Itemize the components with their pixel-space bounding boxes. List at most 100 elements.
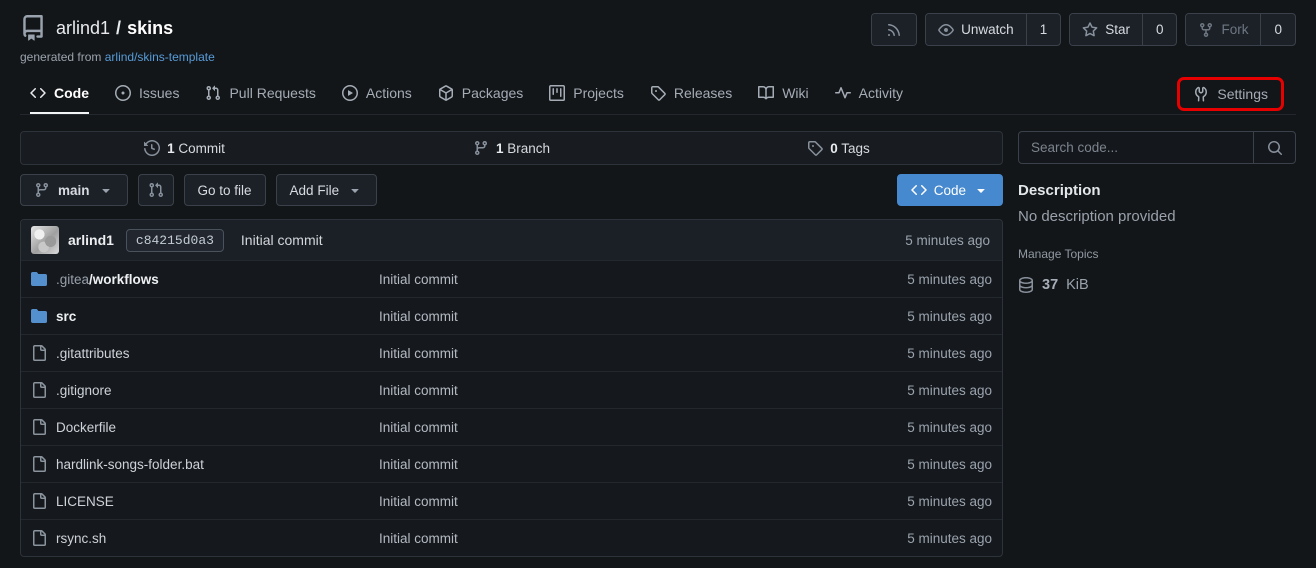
rss-button[interactable] [872, 14, 916, 45]
fork-icon [1198, 22, 1214, 38]
rss-button-group [871, 13, 917, 46]
file-commit-age: 5 minutes ago [832, 531, 992, 546]
folder-icon [31, 271, 47, 287]
file-rows: .gitea/workflows Initial commit 5 minute… [21, 260, 1002, 556]
file-icon [31, 493, 47, 509]
manage-topics-link[interactable]: Manage Topics [1018, 247, 1099, 261]
file-commit-message[interactable]: Initial commit [379, 272, 832, 287]
table-row: .gitignore Initial commit 5 minutes ago [21, 371, 1002, 408]
tab-actions[interactable]: Actions [342, 74, 412, 114]
file-name-link[interactable]: .gitattributes [56, 346, 130, 361]
stars-count[interactable]: 0 [1142, 14, 1177, 45]
branch-icon [34, 182, 50, 198]
file-name-link[interactable]: hardlink-songs-folder.bat [56, 457, 204, 472]
branch-icon [473, 140, 489, 156]
star-button-group: Star 0 [1069, 13, 1177, 46]
repo-name-link[interactable]: skins [127, 18, 173, 39]
file-commit-age: 5 minutes ago [832, 272, 992, 287]
file-commit-message[interactable]: Initial commit [379, 531, 832, 546]
stat-commit[interactable]: 1 Commit [21, 132, 348, 164]
eye-icon [938, 22, 954, 38]
code-icon [911, 182, 927, 198]
file-icon [31, 456, 47, 472]
avatar[interactable] [31, 226, 59, 254]
tab-packages[interactable]: Packages [438, 74, 523, 114]
table-row: hardlink-songs-folder.bat Initial commit… [21, 445, 1002, 482]
repo-size: 37 KiB [1018, 277, 1296, 293]
file-name-link[interactable]: Dockerfile [56, 420, 116, 435]
table-row: .gitattributes Initial commit 5 minutes … [21, 334, 1002, 371]
table-row: LICENSE Initial commit 5 minutes ago [21, 482, 1002, 519]
pull-icon [205, 85, 221, 101]
forks-count[interactable]: 0 [1260, 14, 1295, 45]
issue-icon [115, 85, 131, 101]
table-row: Dockerfile Initial commit 5 minutes ago [21, 408, 1002, 445]
file-commit-message[interactable]: Initial commit [379, 420, 832, 435]
file-name-link[interactable]: .gitea/workflows [56, 272, 159, 287]
template-repo-link[interactable]: arlind/skins-template [105, 50, 215, 64]
tab-issues[interactable]: Issues [115, 74, 179, 114]
tab-releases[interactable]: Releases [650, 74, 732, 114]
file-name-link[interactable]: LICENSE [56, 494, 114, 509]
watchers-count[interactable]: 1 [1026, 14, 1061, 45]
description-heading: Description [1018, 182, 1296, 199]
file-commit-message[interactable]: Initial commit [379, 457, 832, 472]
sidebar: Description No description provided Mana… [1018, 131, 1296, 557]
repo-icon [20, 15, 46, 41]
repo-action-buttons: Unwatch 1 Star 0 Fork 0 [871, 13, 1296, 46]
search-button[interactable] [1253, 132, 1295, 163]
file-table: arlind1 c84215d0a3 Initial commit 5 minu… [20, 219, 1003, 557]
file-icon [31, 382, 47, 398]
file-commit-age: 5 minutes ago [832, 420, 992, 435]
unwatch-button[interactable]: Unwatch [926, 14, 1026, 45]
file-commit-message[interactable]: Initial commit [379, 383, 832, 398]
search-icon [1267, 140, 1283, 156]
project-icon [549, 85, 565, 101]
repo-title-separator: / [116, 18, 121, 39]
tools-icon [1193, 86, 1209, 102]
history-icon [144, 140, 160, 156]
watch-button-group: Unwatch 1 [925, 13, 1061, 46]
commit-hash-badge[interactable]: c84215d0a3 [126, 229, 224, 252]
repo-owner-link[interactable]: arlind1 [56, 18, 110, 39]
chevron-down-icon [973, 182, 989, 198]
tab-activity[interactable]: Activity [835, 74, 903, 114]
code-search-box [1018, 131, 1296, 164]
commit-author-link[interactable]: arlind1 [68, 232, 114, 248]
repo-nav-tabs: Code Issues Pull Requests Actions Packag… [20, 74, 1296, 115]
tab-settings[interactable]: Settings [1177, 77, 1284, 111]
search-input[interactable] [1019, 132, 1253, 163]
star-button[interactable]: Star [1070, 14, 1142, 45]
fork-button[interactable]: Fork [1186, 14, 1260, 45]
add-file-button[interactable]: Add File [276, 174, 378, 206]
stat-tags[interactable]: 0 Tags [675, 132, 1002, 164]
page-title: arlind1 / skins [56, 18, 173, 39]
stat-branch[interactable]: 1 Branch [348, 132, 675, 164]
tab-pull-requests[interactable]: Pull Requests [205, 74, 315, 114]
branch-selector[interactable]: main [20, 174, 128, 206]
table-row: rsync.sh Initial commit 5 minutes ago [21, 519, 1002, 556]
file-name-link[interactable]: rsync.sh [56, 531, 106, 546]
package-icon [438, 85, 454, 101]
rss-icon [886, 22, 902, 38]
file-commit-message[interactable]: Initial commit [379, 494, 832, 509]
tab-wiki[interactable]: Wiki [758, 74, 808, 114]
tab-code[interactable]: Code [30, 74, 89, 114]
file-name-link[interactable]: src [56, 309, 76, 324]
file-icon [31, 345, 47, 361]
star-icon [1082, 22, 1098, 38]
file-name-link[interactable]: .gitignore [56, 383, 112, 398]
folder-icon [31, 308, 47, 324]
tab-projects[interactable]: Projects [549, 74, 624, 114]
repo-content: 1 Commit 1 Branch 0 Tags main Go to file [0, 115, 1316, 557]
compare-button[interactable] [138, 174, 174, 206]
code-download-button[interactable]: Code [897, 174, 1003, 206]
file-commit-message[interactable]: Initial commit [379, 346, 832, 361]
file-commit-age: 5 minutes ago [832, 346, 992, 361]
tag-icon [807, 140, 823, 156]
go-to-file-button[interactable]: Go to file [184, 174, 266, 206]
chevron-down-icon [98, 182, 114, 198]
repo-stats-bar: 1 Commit 1 Branch 0 Tags [20, 131, 1003, 165]
file-commit-message[interactable]: Initial commit [379, 309, 832, 324]
commit-message-link[interactable]: Initial commit [241, 232, 323, 248]
